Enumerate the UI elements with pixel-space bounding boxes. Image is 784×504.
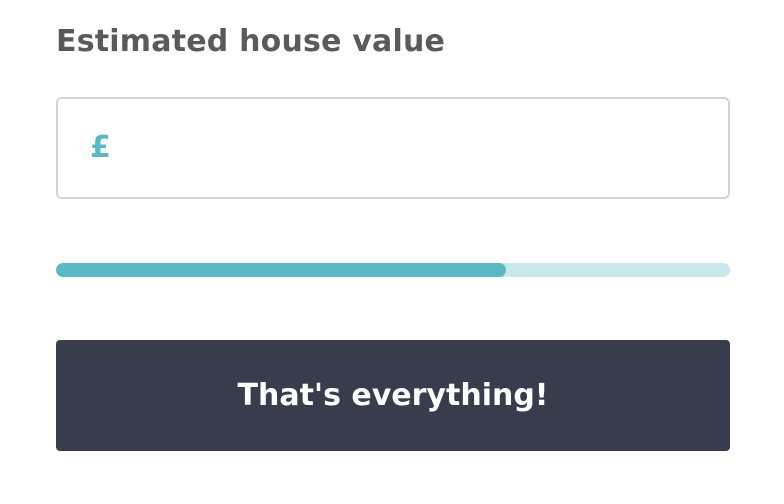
currency-symbol: £ (90, 130, 111, 165)
house-value-input[interactable] (122, 117, 708, 179)
progress-bar-fill (56, 263, 506, 277)
field-label: Estimated house value (56, 24, 446, 59)
submit-button[interactable]: That's everything! (56, 340, 730, 451)
house-value-field[interactable]: £ (56, 97, 730, 199)
progress-bar (56, 263, 730, 277)
